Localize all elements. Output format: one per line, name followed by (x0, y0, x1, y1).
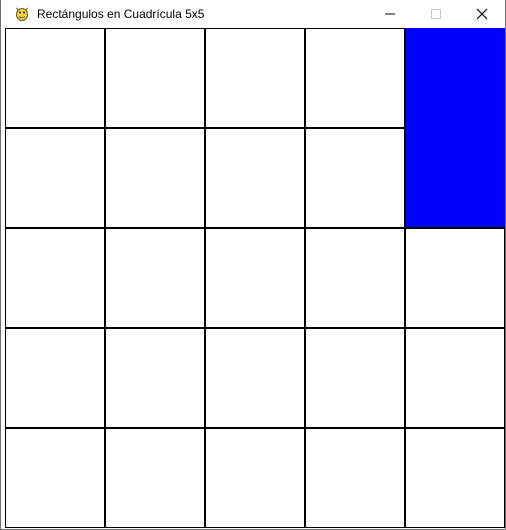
grid-cell-r0-c2[interactable] (205, 28, 305, 128)
pygame-snake-icon (14, 6, 30, 22)
grid-cell-r4-c2[interactable] (205, 428, 305, 528)
grid-cell-r2-c3[interactable] (305, 228, 405, 328)
grid-cell-r2-c0[interactable] (5, 228, 105, 328)
grid-cell-r4-c1[interactable] (105, 428, 205, 528)
grid-cell-r3-c1[interactable] (105, 328, 205, 428)
grid-cell-r3-c3[interactable] (305, 328, 405, 428)
app-window: Rectángulos en Cuadrícula 5x5 (0, 0, 506, 530)
close-button[interactable] (459, 0, 505, 28)
grid-cell-r3-c0[interactable] (5, 328, 105, 428)
grid-cell-r2-c1[interactable] (105, 228, 205, 328)
maximize-button[interactable] (413, 0, 459, 28)
title-bar[interactable]: Rectángulos en Cuadrícula 5x5 (1, 0, 505, 28)
grid-cell-r2-c2[interactable] (205, 228, 305, 328)
window-title: Rectángulos en Cuadrícula 5x5 (37, 7, 205, 21)
grid-cell-r3-c2[interactable] (205, 328, 305, 428)
grid-cell-r2-c4[interactable] (405, 228, 505, 328)
minimize-icon (385, 13, 395, 15)
grid-cell-r0-c3[interactable] (305, 28, 405, 128)
maximize-icon (431, 9, 441, 19)
grid-cell-r1-c1[interactable] (105, 128, 205, 228)
grid-cell-r3-c4[interactable] (405, 328, 505, 428)
grid-cell-r4-c0[interactable] (5, 428, 105, 528)
window-controls (367, 0, 505, 28)
grid-cell-r4-c4[interactable] (405, 428, 505, 528)
close-icon (476, 8, 488, 20)
grid-cell-r0-c0[interactable] (5, 28, 105, 128)
minimize-button[interactable] (367, 0, 413, 28)
grid-cell-r4-c3[interactable] (305, 428, 405, 528)
grid-cell-r1-c3[interactable] (305, 128, 405, 228)
grid-cell-r0-c1[interactable] (105, 28, 205, 128)
grid-cell-r1-c0[interactable] (5, 128, 105, 228)
highlighted-rectangle[interactable] (405, 28, 505, 228)
grid (5, 28, 505, 528)
game-canvas[interactable] (5, 28, 505, 528)
grid-cell-r1-c2[interactable] (205, 128, 305, 228)
